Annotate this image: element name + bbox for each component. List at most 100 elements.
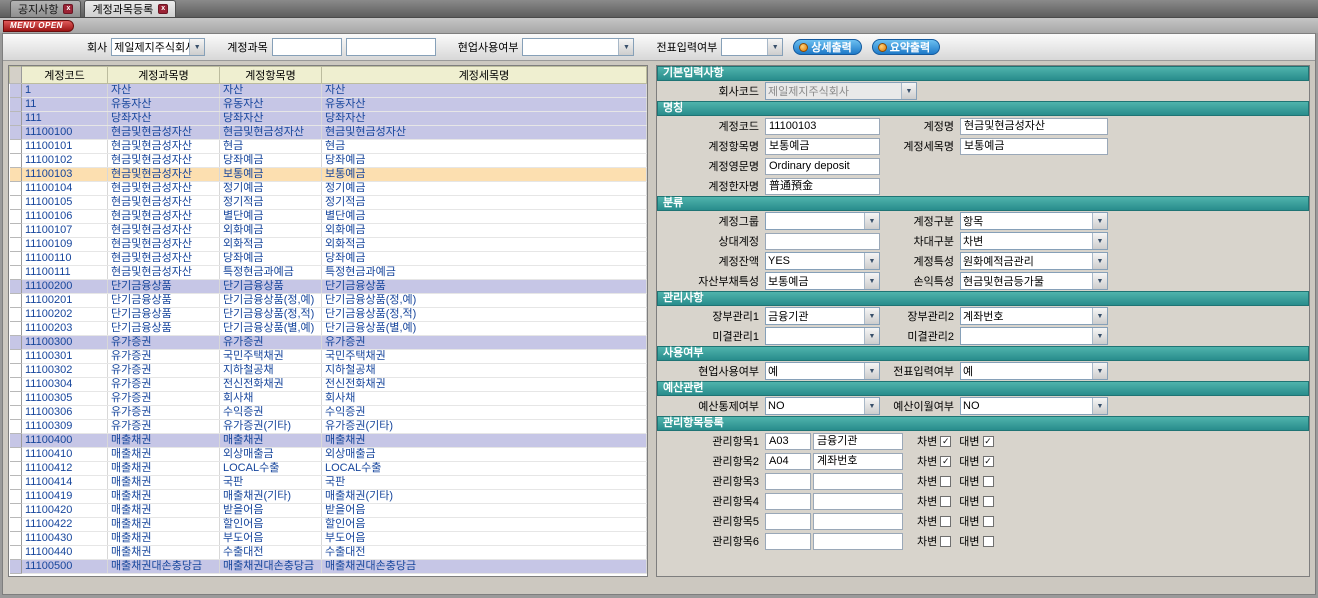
table-row[interactable]: 11100203단기금융상품단기금융상품(별,예)단기금융상품(별,예) [10, 322, 647, 336]
table-row[interactable]: 11100400매출채권매출채권매출채권 [10, 434, 647, 448]
credit-checkbox[interactable] [983, 516, 994, 527]
table-row[interactable]: 11100202단기금융상품단기금융상품(정,적)단기금융상품(정,적) [10, 308, 647, 322]
form-select[interactable]: 보통예금▼ [765, 272, 880, 290]
mgmt-name-input[interactable] [813, 493, 903, 510]
form-select[interactable]: 계좌번호▼ [960, 307, 1108, 325]
mgmt-name-input[interactable]: 계좌번호 [813, 453, 903, 470]
credit-checkbox[interactable] [983, 536, 994, 547]
account-code-input[interactable] [272, 38, 342, 56]
mgmt-code-input[interactable] [765, 513, 811, 530]
table-row[interactable]: 11100104현금및현금성자산정기예금정기예금 [10, 182, 647, 196]
debit-checkbox[interactable]: ✓ [940, 456, 951, 467]
table-row[interactable]: 11100111현금및현금성자산특정현금과예금특정현금과예금 [10, 266, 647, 280]
credit-checkbox[interactable] [983, 476, 994, 487]
table-row[interactable]: 11100101현금및현금성자산현금현금 [10, 140, 647, 154]
debit-checkbox[interactable]: ✓ [940, 436, 951, 447]
form-select[interactable]: YES▼ [765, 252, 880, 270]
use-select[interactable]: ▼ [522, 38, 634, 56]
form-select[interactable]: 항목▼ [960, 212, 1108, 230]
cell-detail: 정기적금 [322, 196, 647, 210]
form-input[interactable]: 普通預金 [765, 178, 880, 195]
tab-label: 공지사항 [18, 1, 58, 17]
form-select[interactable]: 금융기관▼ [765, 307, 880, 325]
table-row[interactable]: 11100304유가증권전신전화채권전신전화채권 [10, 378, 647, 392]
table-row[interactable]: 11유동자산유동자산유동자산 [10, 98, 647, 112]
form-select[interactable]: 차변▼ [960, 232, 1108, 250]
form-input[interactable]: 11100103 [765, 118, 880, 135]
form-select[interactable]: NO▼ [960, 397, 1108, 415]
mgmt-code-input[interactable]: A03 [765, 433, 811, 450]
table-row[interactable]: 11100300유가증권유가증권유가증권 [10, 336, 647, 350]
cell-subject: 매출채권 [108, 434, 220, 448]
mgmt-code-input[interactable] [765, 473, 811, 490]
table-row[interactable]: 11100422매출채권할인어음할인어음 [10, 518, 647, 532]
table-row[interactable]: 11100414매출채권국판국판 [10, 476, 647, 490]
tab-account-registration[interactable]: 계정과목등록x [84, 0, 176, 17]
table-row[interactable]: 11100105현금및현금성자산정기적금정기적금 [10, 196, 647, 210]
mgmt-code-input[interactable]: A04 [765, 453, 811, 470]
table-row[interactable]: 11100106현금및현금성자산별단예금별단예금 [10, 210, 647, 224]
debit-checkbox[interactable] [940, 536, 951, 547]
table-row[interactable]: 11100410매출채권외상매출금외상매출금 [10, 448, 647, 462]
form-select[interactable]: 예▼ [960, 362, 1108, 380]
table-row[interactable]: 11100102현금및현금성자산당좌예금당좌예금 [10, 154, 647, 168]
form-select[interactable]: ▼ [765, 327, 880, 345]
table-row[interactable]: 111당좌자산당좌자산당좌자산 [10, 112, 647, 126]
mgmt-name-input[interactable] [813, 473, 903, 490]
form-input[interactable]: 현금및현금성자산 [960, 118, 1108, 135]
table-row[interactable]: 11100301유가증권국민주택채권국민주택채권 [10, 350, 647, 364]
debit-checkbox[interactable] [940, 516, 951, 527]
cell-detail: 단기금융상품(정,적) [322, 308, 647, 322]
cell-subject: 매출채권 [108, 490, 220, 504]
table-row[interactable]: 11100109현금및현금성자산외화적금외화적금 [10, 238, 647, 252]
table-row[interactable]: 11100302유가증권지하철공채지하철공채 [10, 364, 647, 378]
credit-checkbox[interactable]: ✓ [983, 456, 994, 467]
table-row[interactable]: 11100305유가증권회사채회사채 [10, 392, 647, 406]
dropdown-arrow-icon: ▼ [864, 398, 879, 414]
form-select[interactable]: 현금및현금등가물▼ [960, 272, 1108, 290]
debit-checkbox[interactable] [940, 476, 951, 487]
tab-close-icon[interactable]: x [158, 4, 168, 14]
table-row[interactable]: 11100100현금및현금성자산현금및현금성자산현금및현금성자산 [10, 126, 647, 140]
form-select[interactable]: NO▼ [765, 397, 880, 415]
table-row[interactable]: 11100110현금및현금성자산당좌예금당좌예금 [10, 252, 647, 266]
detail-print-button[interactable]: 상세출력 [793, 39, 861, 55]
mgmt-name-input[interactable] [813, 513, 903, 530]
table-row[interactable]: 11100500매출채권대손충당금매출채권대손충당금매출채권대손충당금 [10, 560, 647, 574]
slip-select[interactable]: ▼ [721, 38, 783, 56]
table-row[interactable]: 11100440매출채권수출대전수출대전 [10, 546, 647, 560]
table-row[interactable]: 11100412매출채권LOCAL수출LOCAL수출 [10, 462, 647, 476]
mgmt-name-input[interactable] [813, 533, 903, 550]
table-row[interactable]: 11100201단기금융상품단기금융상품(정,예)단기금융상품(정,예) [10, 294, 647, 308]
table-row[interactable]: 11100420매출채권받을어음받을어음 [10, 504, 647, 518]
credit-checkbox[interactable] [983, 496, 994, 507]
form-input[interactable]: Ordinary deposit [765, 158, 880, 175]
table-row[interactable]: 11100306유가증권수익증권수익증권 [10, 406, 647, 420]
table-row[interactable]: 11100309유가증권유가증권(기타)유가증권(기타) [10, 420, 647, 434]
table-row[interactable]: 1자산자산자산 [10, 84, 647, 98]
table-row[interactable]: 11100200단기금융상품단기금융상품단기금융상품 [10, 280, 647, 294]
tab-close-icon[interactable]: x [63, 4, 73, 14]
mgmt-code-input[interactable] [765, 493, 811, 510]
account-name-input[interactable] [346, 38, 436, 56]
table-row[interactable]: 11100419매출채권매출채권(기타)매출채권(기타) [10, 490, 647, 504]
form-input[interactable]: 보통예금 [960, 138, 1108, 155]
debit-checkbox[interactable] [940, 496, 951, 507]
tab-notice[interactable]: 공지사항 x [10, 0, 81, 17]
summary-print-button[interactable]: 요약출력 [872, 39, 940, 55]
form-input[interactable] [765, 233, 880, 250]
table-row[interactable]: 11100103현금및현금성자산보통예금보통예금 [10, 168, 647, 182]
mgmt-code-input[interactable] [765, 533, 811, 550]
menu-open-button[interactable]: MENU OPEN [3, 20, 74, 32]
form-input[interactable]: 보통예금 [765, 138, 880, 155]
company-select[interactable]: 제일제지주식회사 ▼ [111, 38, 205, 56]
form-select[interactable]: ▼ [765, 212, 880, 230]
table-row[interactable]: 11100430매출채권부도어음부도어음 [10, 532, 647, 546]
form-select[interactable]: ▼ [960, 327, 1108, 345]
form-select[interactable]: 예▼ [765, 362, 880, 380]
form-row: 회사코드제일제지주식회사▼ [657, 81, 1309, 101]
credit-checkbox[interactable]: ✓ [983, 436, 994, 447]
mgmt-name-input[interactable]: 금융기관 [813, 433, 903, 450]
table-row[interactable]: 11100107현금및현금성자산외화예금외화예금 [10, 224, 647, 238]
form-select[interactable]: 원화예적금관리▼ [960, 252, 1108, 270]
